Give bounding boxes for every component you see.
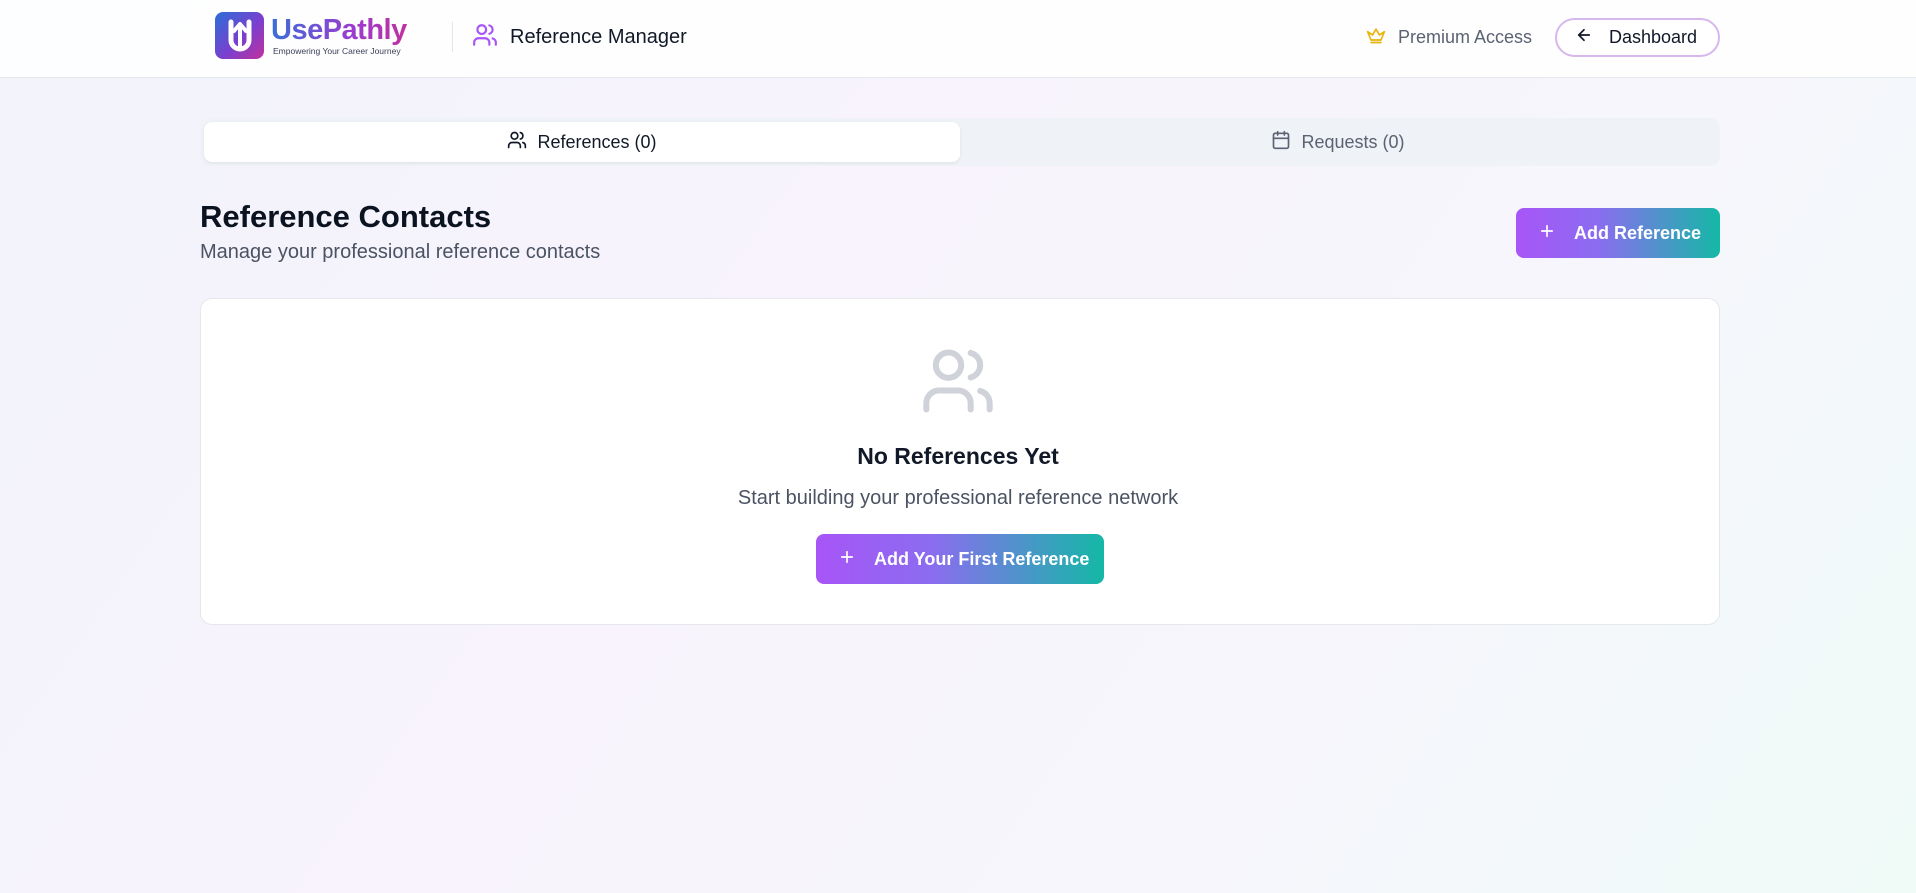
- tab-requests-label: Requests (0): [1301, 131, 1405, 152]
- tab-references-label: References (0): [537, 131, 657, 152]
- empty-state-subtitle: Start building your professional referen…: [737, 487, 1179, 509]
- logo[interactable]: UsePathly Empowering Your Career Journey: [215, 11, 407, 59]
- tab-bar: References (0) Requests (0): [200, 118, 1720, 166]
- calendar-icon: [1271, 130, 1291, 155]
- add-reference-label: Add Reference: [1574, 222, 1702, 243]
- page-title: Reference Manager: [510, 25, 687, 48]
- add-first-reference-button[interactable]: Add Your First Reference: [816, 534, 1104, 584]
- empty-state-title: No References Yet: [857, 443, 1059, 469]
- tab-references[interactable]: References (0): [204, 122, 960, 162]
- tab-requests[interactable]: Requests (0): [960, 122, 1716, 162]
- add-first-reference-label: Add Your First Reference: [874, 548, 1090, 569]
- dashboard-button[interactable]: Dashboard: [1555, 18, 1720, 57]
- header-divider: [452, 22, 453, 52]
- premium-access-badge: Premium Access: [1366, 24, 1532, 50]
- users-icon: [507, 130, 527, 155]
- section-subtitle: Manage your professional reference conta…: [200, 241, 601, 263]
- section-title: Reference Contacts: [200, 199, 492, 234]
- dashboard-button-label: Dashboard: [1609, 27, 1698, 47]
- page-heading: Reference Manager: [472, 22, 687, 52]
- logo-name: UsePathly: [271, 13, 407, 46]
- plus-icon: [1538, 222, 1556, 245]
- premium-label: Premium Access: [1398, 26, 1533, 47]
- users-icon: [472, 22, 498, 53]
- logo-text: UsePathly Empowering Your Career Journey: [271, 15, 407, 56]
- users-icon: [918, 343, 998, 424]
- top-header: UsePathly Empowering Your Career Journey…: [0, 0, 1916, 78]
- plus-icon: [838, 548, 856, 571]
- crown-icon: [1366, 25, 1386, 50]
- logo-tagline: Empowering Your Career Journey: [273, 45, 401, 56]
- upload-arrow-icon: [215, 11, 264, 59]
- add-reference-button[interactable]: Add Reference: [1516, 208, 1720, 258]
- arrow-left-icon: [1575, 26, 1593, 49]
